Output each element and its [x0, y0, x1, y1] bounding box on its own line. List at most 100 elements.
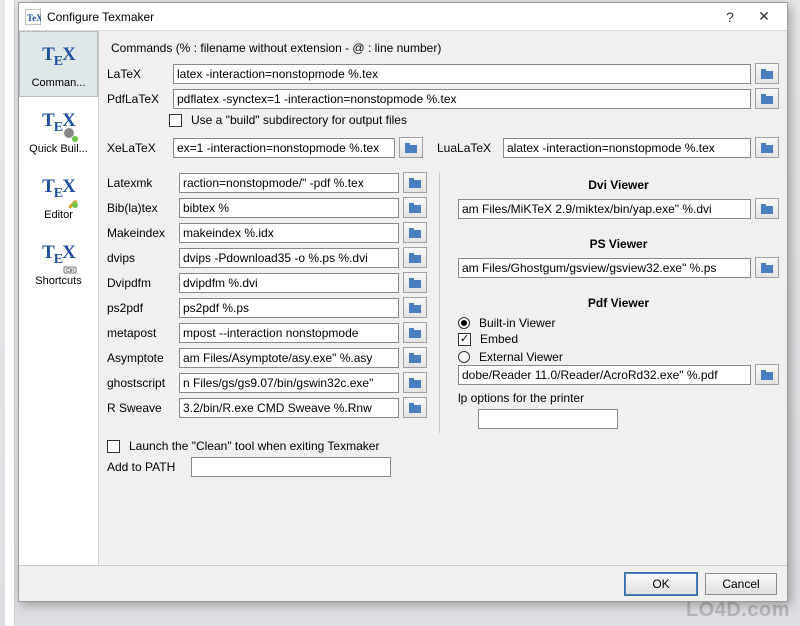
sidebar-item-label: Shortcuts — [35, 275, 81, 287]
column-divider — [439, 172, 440, 433]
command-browse-button[interactable] — [403, 222, 427, 243]
pdf-embed-checkbox[interactable] — [458, 333, 471, 346]
command-input[interactable] — [179, 273, 399, 293]
launch-clean-label: Launch the "Clean" tool when exiting Tex… — [129, 439, 379, 453]
latex-label: LaTeX — [107, 67, 169, 81]
command-row: R Sweave — [107, 397, 427, 418]
lualatex-browse-button[interactable] — [755, 137, 779, 158]
pdf-builtin-label: Built-in Viewer — [479, 316, 555, 330]
titlebar: TeX Configure Texmaker ? ✕ — [19, 3, 787, 31]
svg-text:Ctrl: Ctrl — [66, 268, 74, 274]
command-browse-button[interactable] — [403, 297, 427, 318]
dvi-browse-button[interactable] — [755, 198, 779, 219]
pdf-external-radio[interactable] — [458, 351, 470, 363]
help-button[interactable]: ? — [713, 6, 747, 28]
add-to-path-input[interactable] — [191, 457, 391, 477]
use-build-checkbox[interactable] — [169, 114, 182, 127]
lualatex-label: LuaLaTeX — [437, 141, 499, 155]
lp-options-label: lp options for the printer — [458, 391, 598, 405]
xelatex-label: XeLaTeX — [107, 141, 169, 155]
command-label: ps2pdf — [107, 301, 175, 315]
use-build-label: Use a "build" subdirectory for output fi… — [191, 113, 407, 127]
launch-clean-checkbox[interactable] — [107, 440, 120, 453]
sidebar: TEX Comman... TEX Quick Buil... TEX Edit… — [19, 31, 99, 565]
command-label: ghostscript — [107, 376, 175, 390]
command-label: Latexmk — [107, 176, 175, 190]
command-input[interactable] — [179, 348, 399, 368]
command-browse-button[interactable] — [403, 272, 427, 293]
sidebar-item-label: Editor — [44, 209, 73, 221]
lp-options-input[interactable] — [478, 409, 618, 429]
command-input[interactable] — [179, 198, 399, 218]
ok-button[interactable]: OK — [625, 573, 697, 595]
command-browse-button[interactable] — [403, 347, 427, 368]
pdf-viewer-input[interactable] — [458, 365, 751, 385]
sidebar-item-quickbuild[interactable]: TEX Quick Buil... — [19, 97, 98, 163]
ps-viewer-title: PS Viewer — [458, 237, 779, 251]
command-browse-button[interactable] — [403, 172, 427, 193]
command-row: Dvipdfm — [107, 272, 427, 293]
command-input[interactable] — [179, 223, 399, 243]
pdf-builtin-radio[interactable] — [458, 317, 470, 329]
command-browse-button[interactable] — [403, 197, 427, 218]
ps-viewer-input[interactable] — [458, 258, 751, 278]
latex-input[interactable] — [173, 64, 751, 84]
pdf-embed-label: Embed — [480, 332, 518, 346]
command-label: metapost — [107, 326, 175, 340]
lualatex-input[interactable] — [503, 138, 751, 158]
command-row: Bib(la)tex — [107, 197, 427, 218]
command-label: Bib(la)tex — [107, 201, 175, 215]
command-browse-button[interactable] — [403, 397, 427, 418]
viewers-column: Dvi Viewer PS Viewer Pdf V — [452, 172, 779, 433]
sidebar-item-editor[interactable]: TEX Editor — [19, 163, 98, 229]
dvi-viewer-title: Dvi Viewer — [458, 178, 779, 192]
command-row: Asymptote — [107, 347, 427, 368]
pdflatex-label: PdfLaTeX — [107, 92, 169, 106]
sidebar-item-label: Quick Buil... — [29, 143, 88, 155]
dvi-viewer-input[interactable] — [458, 199, 751, 219]
content-pane: Commands (% : filename without extension… — [99, 31, 787, 565]
command-input[interactable] — [179, 248, 399, 268]
command-input[interactable] — [179, 323, 399, 343]
command-input[interactable] — [179, 398, 399, 418]
xelatex-input[interactable] — [173, 138, 395, 158]
pdf-browse-button[interactable] — [755, 364, 779, 385]
command-browse-button[interactable] — [403, 322, 427, 343]
close-button[interactable]: ✕ — [747, 6, 781, 28]
tex-quickbuild-icon: TEX — [39, 105, 79, 141]
sidebar-item-shortcuts[interactable]: TEX Ctrl Shortcuts — [19, 229, 98, 295]
command-browse-button[interactable] — [403, 247, 427, 268]
latex-browse-button[interactable] — [755, 63, 779, 84]
svg-text:TeX: TeX — [27, 13, 41, 23]
sidebar-item-commands[interactable]: TEX Comman... — [19, 31, 98, 97]
command-row: dvips — [107, 247, 427, 268]
window-title: Configure Texmaker — [47, 10, 713, 24]
command-input[interactable] — [179, 298, 399, 318]
command-row: ps2pdf — [107, 297, 427, 318]
app-icon: TeX — [25, 9, 41, 25]
cancel-button[interactable]: Cancel — [705, 573, 777, 595]
command-label: Asymptote — [107, 351, 175, 365]
pdflatex-browse-button[interactable] — [755, 88, 779, 109]
tex-shortcuts-icon: TEX Ctrl — [39, 237, 79, 273]
command-row: metapost — [107, 322, 427, 343]
command-label: dvips — [107, 251, 175, 265]
pdflatex-input[interactable] — [173, 89, 751, 109]
section-header: Commands (% : filename without extension… — [111, 41, 779, 55]
command-input[interactable] — [179, 373, 399, 393]
watermark: LO4D.com — [686, 599, 790, 622]
pdf-external-label: External Viewer — [479, 350, 563, 364]
tex-commands-icon: TEX — [39, 39, 79, 75]
commands-column: Latexmk Bib(la)tex Makeindex dvips Dvipdfm ps… — [107, 172, 427, 433]
command-label: R Sweave — [107, 401, 175, 415]
command-row: ghostscript — [107, 372, 427, 393]
ps-browse-button[interactable] — [755, 257, 779, 278]
xelatex-browse-button[interactable] — [399, 137, 423, 158]
command-label: Makeindex — [107, 226, 175, 240]
command-row: Makeindex — [107, 222, 427, 243]
configure-dialog: TeX Configure Texmaker ? ✕ TEX Comman...… — [18, 2, 788, 602]
command-input[interactable] — [179, 173, 399, 193]
command-browse-button[interactable] — [403, 372, 427, 393]
dialog-footer: OK Cancel — [19, 565, 787, 601]
pdf-viewer-title: Pdf Viewer — [458, 296, 779, 310]
